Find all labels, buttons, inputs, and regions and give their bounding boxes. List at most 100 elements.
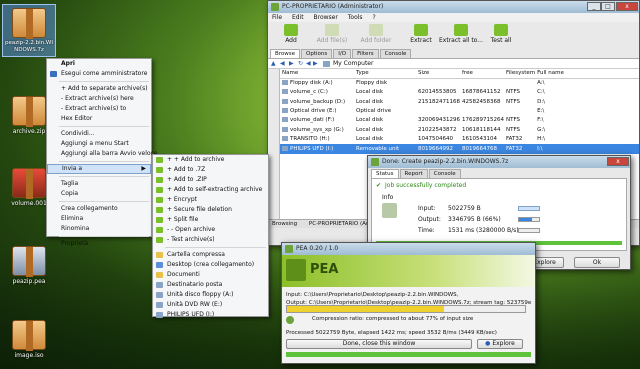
table-cell: Local disk (356, 117, 384, 124)
up-arrow-icon[interactable]: ▲ (271, 60, 276, 67)
pea-explore-button[interactable]: ● Explore (477, 339, 523, 349)
arrow-icon[interactable]: ▶ (313, 60, 318, 67)
sendto-menu-item[interactable]: Destinatario posta (153, 280, 268, 290)
table-row[interactable]: volume_sys_xp (G:) Local disk 21022543872 1… (280, 126, 639, 135)
sendto-menu-item[interactable]: PHILIPS UFD (I:) (153, 310, 268, 320)
desktop-icon-iso[interactable]: image.iso (2, 320, 56, 359)
menu-file[interactable]: File (272, 14, 282, 21)
tab-console[interactable]: Console (379, 49, 412, 58)
context-menu-item[interactable]: - Extract archive(s) here (47, 94, 151, 104)
sendto-menu-item[interactable]: + Encrypt (153, 195, 268, 205)
context-menu-item[interactable]: - Extract archive(s) to (47, 104, 151, 114)
table-row[interactable]: volume_c (C:) Local disk 62014553805 168786… (280, 88, 639, 97)
table-cell: 10618118144 (462, 126, 501, 133)
menu-tools[interactable]: Tools (348, 14, 363, 21)
sendto-menu-item[interactable]: - Test archive(s) (153, 235, 268, 245)
menu-item-label: - Extract archive(s) here (61, 95, 134, 102)
col-free[interactable]: free (460, 69, 504, 79)
context-menu-item[interactable]: Invia a ▶ (47, 164, 151, 174)
table-row[interactable]: volume_backup (D:) Local disk 215182471168… (280, 97, 639, 106)
context-menu-item[interactable]: Elimina (47, 214, 151, 224)
refresh-icon[interactable]: ↻ (298, 60, 303, 67)
tab-console[interactable]: Console (428, 169, 461, 178)
table-row[interactable]: PHILIPS UFD (I:) Removable unit 8019664992… (280, 144, 639, 154)
sendto-menu-item[interactable]: Desktop (crea collegamento) (153, 260, 268, 270)
extract-all-button[interactable]: Extract all to... (438, 22, 484, 50)
tab-report[interactable]: Report (399, 169, 428, 178)
sendto-menu-item[interactable]: Documenti (153, 270, 268, 280)
col-name[interactable]: Name (280, 69, 354, 79)
col-fullname[interactable]: Full name (535, 69, 639, 79)
maximize-button[interactable]: □ (601, 2, 615, 11)
context-menu-item[interactable]: Proprietà (47, 239, 151, 249)
context-menu-item[interactable]: Rinomina (47, 224, 151, 234)
folder-icon (156, 292, 163, 298)
close-button[interactable]: x (607, 157, 629, 166)
sendto-menu-item[interactable]: Cartella compressa (153, 250, 268, 260)
tab-filters[interactable]: Filters (352, 49, 379, 58)
desktop-icon-7z[interactable]: peazip-2.2.bin.WINDOWS.7z (2, 4, 56, 57)
sendto-menu-item[interactable]: + Add to .7Z (153, 165, 268, 175)
file-table: Name Type Size free Filesystem Full name… (280, 69, 639, 154)
table-row[interactable]: TRANSITO (H:) Local disk 1047504640 1610543… (280, 135, 639, 144)
col-type[interactable]: Type (354, 69, 416, 79)
col-filesystem[interactable]: Filesystem (504, 69, 535, 79)
drive-name-cell: TRANSITO (H:) (280, 135, 354, 144)
close-button[interactable]: x (616, 2, 638, 11)
drive-name: Optical drive (E:) (290, 107, 337, 114)
menu-help[interactable]: ? (372, 14, 375, 21)
context-menu-item[interactable]: Esegui come amministratore (47, 69, 151, 79)
table-row[interactable]: Floppy disk (A:) Floppy disk A:\ (280, 79, 639, 89)
ok-button[interactable]: Ok (574, 257, 620, 268)
sendto-menu-item[interactable]: + Split file (153, 215, 268, 225)
menu-edit[interactable]: Edit (292, 14, 304, 21)
back-arrow-icon[interactable]: ◀ (280, 60, 285, 67)
extract-button[interactable]: Extract (406, 22, 436, 50)
table-cell: 176289715264 (462, 117, 504, 124)
tab-browse[interactable]: Browse (270, 49, 301, 58)
context-menu-item[interactable]: Aggiungi alla barra Avvio veloce (47, 149, 158, 159)
output-value: 3346795 B (66%) (448, 216, 501, 223)
menu-item-label: + Add to self-extracting archive (167, 186, 263, 193)
address-input[interactable]: My Computer (333, 60, 373, 67)
sendto-menu-item[interactable]: Unità DVD RW (E:) (153, 300, 268, 310)
drive-icon (282, 89, 288, 95)
arrow-icon[interactable]: ◀ (306, 60, 311, 67)
context-menu-item[interactable]: Apri (47, 59, 151, 69)
sendto-menu-item[interactable]: - - Open archive (153, 225, 268, 235)
add-folder-button[interactable]: Add folder (356, 22, 396, 50)
job-status-text: Job successfully completed (385, 182, 467, 189)
sendto-menu-item[interactable]: + + Add to archive (153, 155, 268, 165)
table-row[interactable]: Optical drive (E:) Optical drive E:\ (280, 107, 639, 116)
tab-options[interactable]: Options (301, 49, 333, 58)
test-all-button[interactable]: Test all (486, 22, 516, 50)
context-menu-item[interactable]: Aggiungi a menu Start (47, 139, 151, 149)
col-size[interactable]: Size (416, 69, 460, 79)
sendto-menu-item[interactable]: Unità disco floppy (A:) (153, 290, 268, 300)
minimize-button[interactable]: _ (587, 2, 601, 11)
menu-item-label: Destinatario posta (167, 281, 223, 288)
add-files-button[interactable]: Add file(s) (312, 22, 352, 50)
context-menu-item[interactable]: Hex Editor (47, 114, 151, 124)
table-row[interactable]: volume_dati (F:) Local disk 320069431296 17… (280, 116, 639, 125)
archive-icon (12, 96, 46, 127)
sendto-menu-item[interactable]: + Secure file deletion (153, 205, 268, 215)
done-close-button[interactable]: Done, close this window (286, 339, 472, 349)
info-icon (286, 316, 294, 324)
context-menu-item[interactable]: Copia (47, 189, 151, 199)
tab-io[interactable]: I/O (333, 49, 352, 58)
desktop-icon-pea[interactable]: peazip.pea (2, 246, 56, 285)
menu-separator (59, 161, 149, 162)
forward-arrow-icon[interactable]: ▶ (289, 60, 294, 67)
sendto-menu-item[interactable]: + Add to .ZIP (153, 175, 268, 185)
context-menu-item[interactable]: Condividi... (47, 129, 151, 139)
context-menu-item[interactable]: Crea collegamento (47, 204, 151, 214)
menu-browser[interactable]: Browser (314, 14, 338, 21)
sendto-menu-item[interactable]: + Add to self-extracting archive (153, 185, 268, 195)
tab-status[interactable]: Status (371, 169, 399, 178)
peazip-icon (156, 237, 163, 243)
add-button[interactable]: Add (276, 22, 306, 50)
context-menu-item[interactable]: Taglia (47, 179, 151, 189)
context-menu-item[interactable]: + Add to separate archive(s) (47, 84, 151, 94)
pea-explore-label: Explore (492, 340, 515, 347)
